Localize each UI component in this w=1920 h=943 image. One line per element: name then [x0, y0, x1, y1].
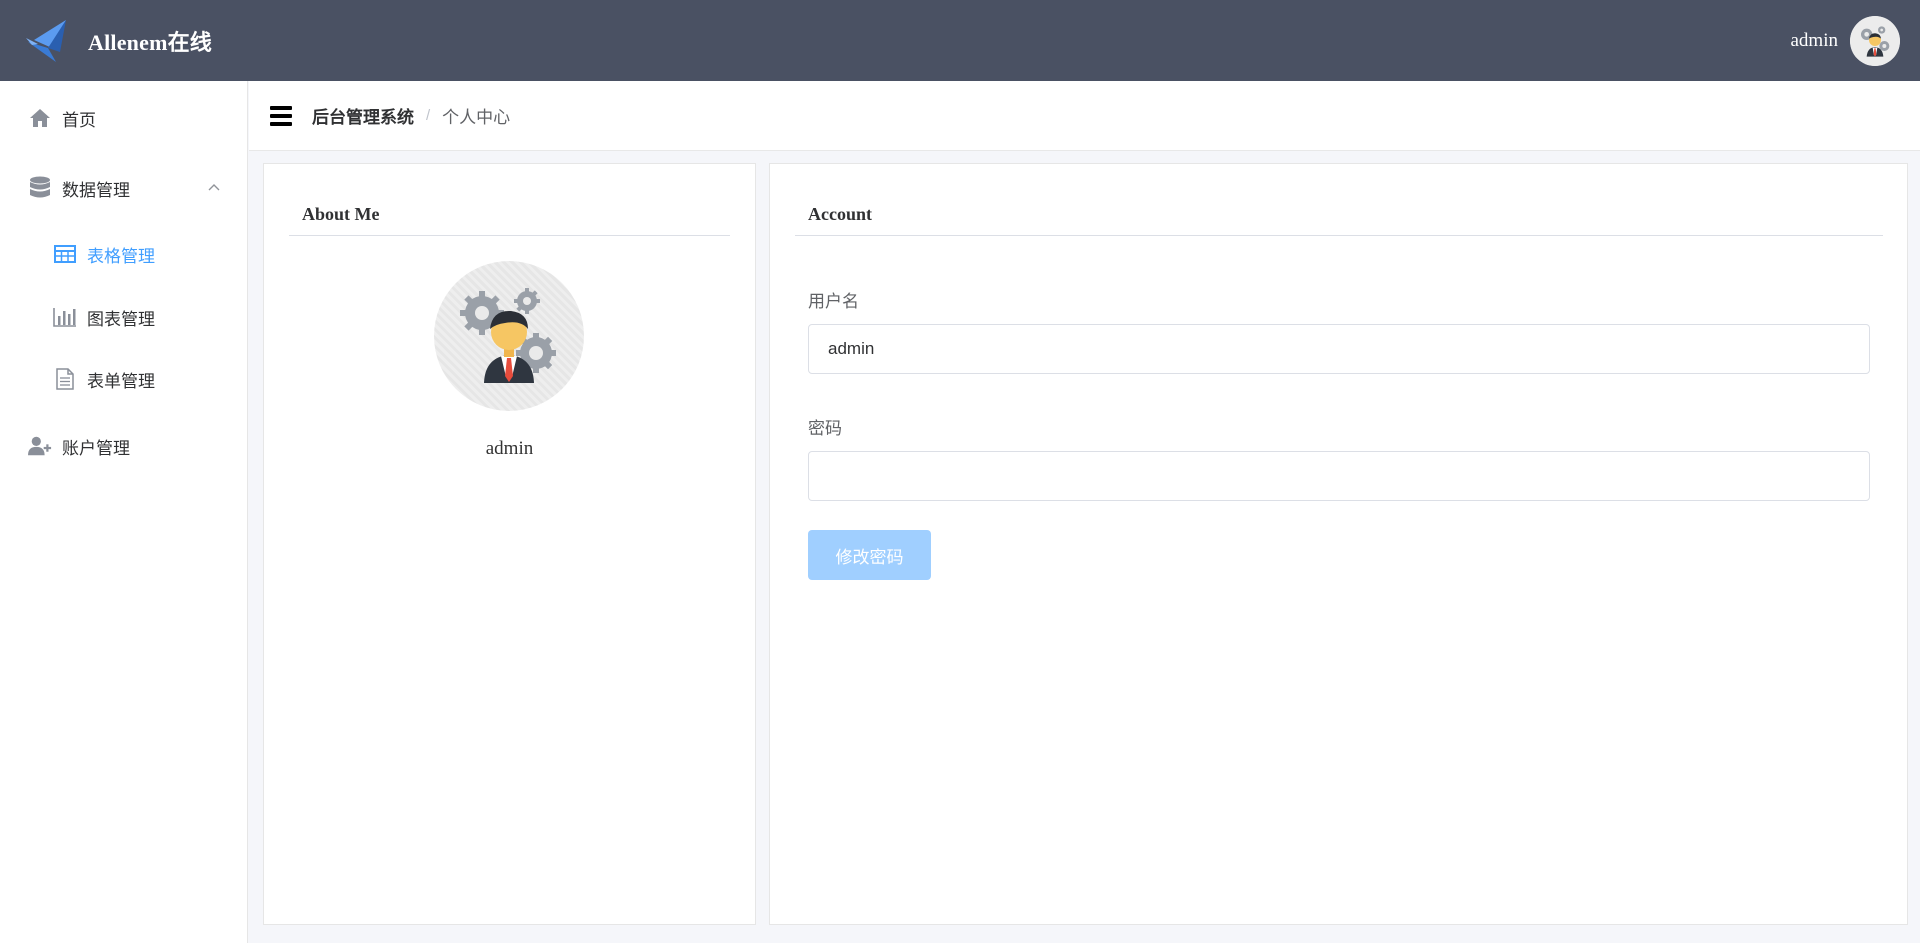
- bar-chart-icon: [53, 306, 77, 328]
- account-card: Account 用户名 密码 修改密码: [769, 163, 1908, 925]
- sidebar-item-account-management[interactable]: 账户管理: [0, 421, 247, 471]
- header-avatar[interactable]: [1850, 15, 1900, 66]
- brand[interactable]: Allenem在线: [26, 18, 212, 64]
- change-password-button[interactable]: 修改密码: [808, 530, 931, 580]
- table-icon: [53, 243, 77, 265]
- chevron-up-icon: [208, 184, 220, 191]
- avatar-icon: [1850, 15, 1900, 66]
- sidebar-item-label: 账户管理: [62, 438, 130, 458]
- password-label: 密码: [808, 419, 842, 438]
- account-card-title: Account: [808, 204, 872, 224]
- about-card-title: About Me: [302, 204, 380, 224]
- breadcrumb-bar: 后台管理系统 / 个人中心: [249, 81, 1920, 151]
- app-header: Allenem在线 admin: [0, 0, 1920, 81]
- sidebar: 首页 数据管理 表格管理 图表管理 表单管理 账户管理: [0, 81, 248, 943]
- businessman-gears-icon: [460, 288, 556, 383]
- document-icon: [53, 368, 77, 390]
- username-label: 用户名: [808, 292, 859, 311]
- divider: [289, 235, 730, 236]
- database-icon: [28, 176, 52, 199]
- breadcrumb-separator: /: [426, 107, 431, 124]
- user-plus-icon: [28, 435, 52, 457]
- sidebar-item-table-management[interactable]: 表格管理: [0, 229, 247, 279]
- breadcrumb-root[interactable]: 后台管理系统: [312, 103, 414, 128]
- profile-name: admin: [485, 438, 534, 459]
- divider: [795, 235, 1883, 236]
- sidebar-item-data-management[interactable]: 数据管理: [0, 163, 247, 213]
- sidebar-item-home[interactable]: 首页: [0, 93, 247, 143]
- user-menu[interactable]: admin: [1791, 15, 1900, 66]
- sidebar-item-label: 数据管理: [62, 180, 130, 200]
- sidebar-item-label: 表单管理: [87, 371, 155, 391]
- password-field[interactable]: [808, 451, 1870, 501]
- brand-title: Allenem在线: [88, 29, 213, 55]
- sidebar-item-chart-management[interactable]: 图表管理: [0, 292, 247, 342]
- sidebar-item-label: 首页: [62, 110, 96, 130]
- profile-avatar: [434, 261, 584, 411]
- sidebar-item-label: 图表管理: [87, 309, 155, 329]
- username-field[interactable]: [808, 324, 1870, 374]
- menu-toggle-icon[interactable]: [270, 105, 292, 126]
- bird-logo-icon: [26, 19, 66, 62]
- header-username[interactable]: admin: [1791, 30, 1839, 52]
- sidebar-item-form-management[interactable]: 表单管理: [0, 354, 247, 404]
- about-me-card: About Me admin: [263, 163, 756, 925]
- breadcrumb-current: 个人中心: [442, 108, 511, 127]
- home-icon: [28, 107, 52, 129]
- sidebar-item-label: 表格管理: [87, 246, 155, 266]
